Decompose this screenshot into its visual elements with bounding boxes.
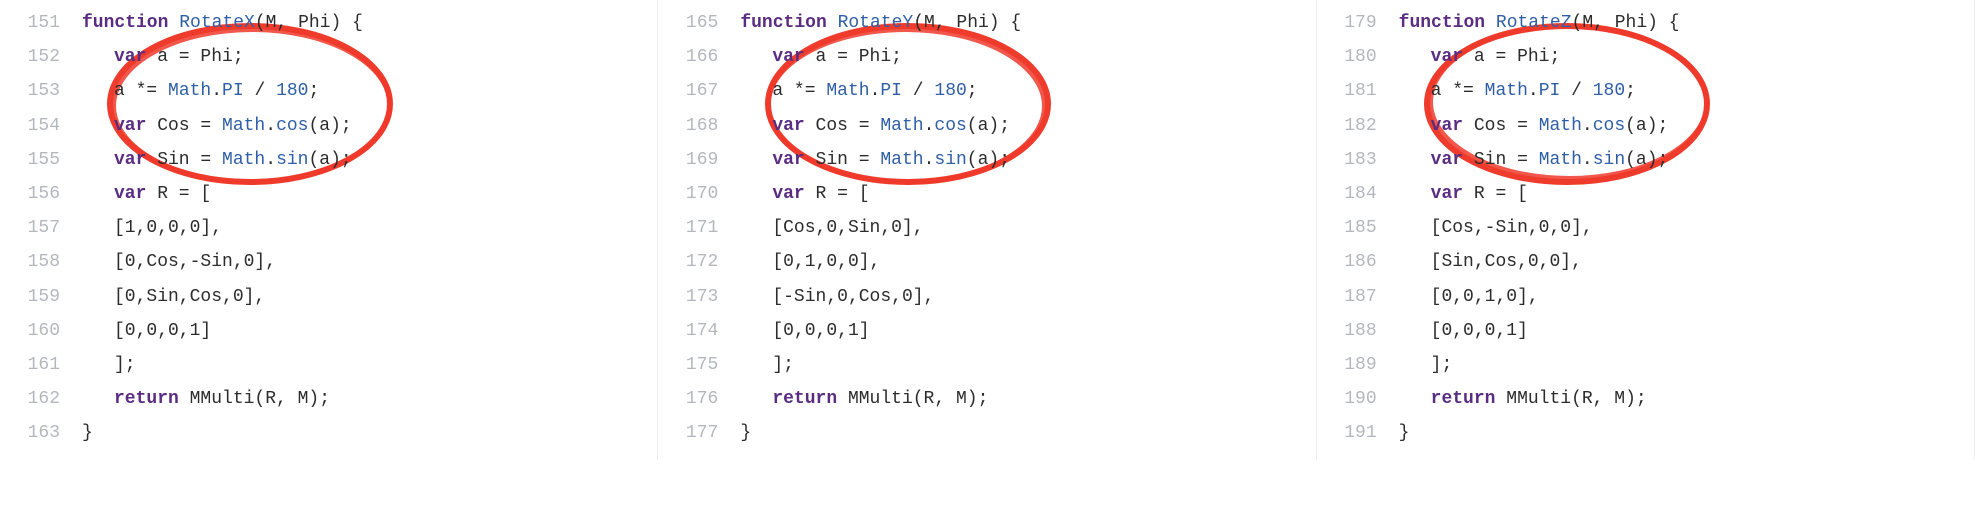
code-line: 188 [0,0,0,1] <box>1317 314 1974 348</box>
code-line: 171 [Cos,0,Sin,0], <box>658 211 1315 245</box>
code-line: 166 var a = Phi; <box>658 40 1315 74</box>
line-number: 174 <box>658 314 740 348</box>
line-number: 186 <box>1317 245 1399 279</box>
line-number: 162 <box>0 382 82 416</box>
line-number: 155 <box>0 143 82 177</box>
line-number: 153 <box>0 74 82 108</box>
code-line: 187 [0,0,1,0], <box>1317 280 1974 314</box>
code-line: 175 ]; <box>658 348 1315 382</box>
code-line: 159 [0,Sin,Cos,0], <box>0 280 657 314</box>
line-number: 159 <box>0 280 82 314</box>
code-line: 180 var a = Phi; <box>1317 40 1974 74</box>
code-line: 176 return MMulti(R, M); <box>658 382 1315 416</box>
line-number: 173 <box>658 280 740 314</box>
line-number: 175 <box>658 348 740 382</box>
code-line: 170 var R = [ <box>658 177 1315 211</box>
line-number: 156 <box>0 177 82 211</box>
line-number: 187 <box>1317 280 1399 314</box>
line-number: 189 <box>1317 348 1399 382</box>
code-line: 160 [0,0,0,1] <box>0 314 657 348</box>
code-line: 151 function RotateX(M, Phi) { <box>0 6 657 40</box>
line-number: 183 <box>1317 143 1399 177</box>
code-line: 186 [Sin,Cos,0,0], <box>1317 245 1974 279</box>
line-number: 182 <box>1317 109 1399 143</box>
line-number: 166 <box>658 40 740 74</box>
line-number: 184 <box>1317 177 1399 211</box>
code-line: 157 [1,0,0,0], <box>0 211 657 245</box>
line-number: 165 <box>658 6 740 40</box>
code-line: 182 var Cos = Math.cos(a); <box>1317 109 1974 143</box>
code-line: 191 } <box>1317 416 1974 450</box>
code-line: 174 [0,0,0,1] <box>658 314 1315 348</box>
code-line: 179 function RotateZ(M, Phi) { <box>1317 6 1974 40</box>
line-number: 163 <box>0 416 82 450</box>
code-line: 165 function RotateY(M, Phi) { <box>658 6 1315 40</box>
code-line: 190 return MMulti(R, M); <box>1317 382 1974 416</box>
code-line: 163 } <box>0 416 657 450</box>
line-number: 169 <box>658 143 740 177</box>
line-number: 185 <box>1317 211 1399 245</box>
code-line: 155 var Sin = Math.sin(a); <box>0 143 657 177</box>
code-line: 183 var Sin = Math.sin(a); <box>1317 143 1974 177</box>
line-number: 168 <box>658 109 740 143</box>
line-number: 180 <box>1317 40 1399 74</box>
line-number: 172 <box>658 245 740 279</box>
code-pane-rotatex: 151 function RotateX(M, Phi) { 152 var a… <box>0 0 658 460</box>
line-number: 179 <box>1317 6 1399 40</box>
line-number: 152 <box>0 40 82 74</box>
line-number: 181 <box>1317 74 1399 108</box>
code-line: 154 var Cos = Math.cos(a); <box>0 109 657 143</box>
line-number: 171 <box>658 211 740 245</box>
line-number: 158 <box>0 245 82 279</box>
code-line: 168 var Cos = Math.cos(a); <box>658 109 1315 143</box>
code-line: 161 ]; <box>0 348 657 382</box>
code-line: 153 a *= Math.PI / 180; <box>0 74 657 108</box>
code-line: 169 var Sin = Math.sin(a); <box>658 143 1315 177</box>
code-line: 185 [Cos,-Sin,0,0], <box>1317 211 1974 245</box>
code-line: 184 var R = [ <box>1317 177 1974 211</box>
line-number: 167 <box>658 74 740 108</box>
line-number: 177 <box>658 416 740 450</box>
code-line: 162 return MMulti(R, M); <box>0 382 657 416</box>
code-line: 152 var a = Phi; <box>0 40 657 74</box>
line-number: 160 <box>0 314 82 348</box>
code-line: 167 a *= Math.PI / 180; <box>658 74 1315 108</box>
code-pane-rotatey: 165 function RotateY(M, Phi) { 166 var a… <box>658 0 1316 460</box>
code-line: 172 [0,1,0,0], <box>658 245 1315 279</box>
line-number: 170 <box>658 177 740 211</box>
line-number: 176 <box>658 382 740 416</box>
line-number: 190 <box>1317 382 1399 416</box>
line-number: 157 <box>0 211 82 245</box>
line-number: 154 <box>0 109 82 143</box>
line-number: 188 <box>1317 314 1399 348</box>
line-number: 151 <box>0 6 82 40</box>
line-number: 161 <box>0 348 82 382</box>
code-pane-rotatez: 179 function RotateZ(M, Phi) { 180 var a… <box>1317 0 1975 460</box>
code-line: 158 [0,Cos,-Sin,0], <box>0 245 657 279</box>
code-line: 173 [-Sin,0,Cos,0], <box>658 280 1315 314</box>
code-line: 177 } <box>658 416 1315 450</box>
code-line: 156 var R = [ <box>0 177 657 211</box>
line-number: 191 <box>1317 416 1399 450</box>
code-line: 189 ]; <box>1317 348 1974 382</box>
code-line: 181 a *= Math.PI / 180; <box>1317 74 1974 108</box>
